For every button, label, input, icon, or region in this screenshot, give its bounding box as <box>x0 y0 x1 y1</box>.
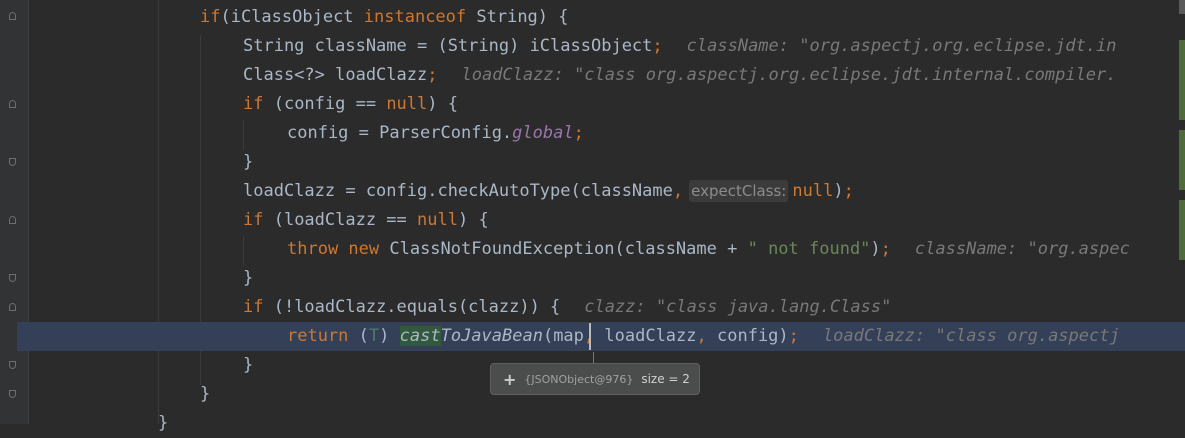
keyword-token: , <box>696 326 707 346</box>
keyword-token: if <box>243 297 264 317</box>
debug-inline-value: loadClazz: "class org.aspectj <box>822 326 1120 346</box>
code-text[interactable]: } <box>243 264 253 293</box>
keyword-token: null <box>417 210 458 230</box>
parameter-hint: expectClass: <box>689 180 789 202</box>
keyword-token: if <box>243 210 264 230</box>
code-text[interactable]: if (!loadClazz.equals(clazz)) { clazz: "c… <box>243 293 891 322</box>
keyword-token: instanceof <box>363 7 467 27</box>
code-token: ) { <box>427 94 458 114</box>
code-text[interactable]: } <box>243 351 253 380</box>
keyword-token: if <box>243 94 264 114</box>
code-token: ) <box>833 181 844 201</box>
code-token: ) <box>870 239 881 259</box>
code-token: (!loadClazz.equals(clazz)) { <box>263 297 561 317</box>
code-line[interactable]: } <box>0 148 1185 177</box>
text-caret <box>589 323 591 350</box>
keyword-token: ; <box>427 65 438 85</box>
code-text[interactable]: loadClazz = config.checkAutoType(classNa… <box>243 177 854 206</box>
code-line[interactable]: config = ParserConfig.global; <box>0 119 1185 148</box>
code-token: } <box>243 355 254 375</box>
code-token: String className = (String) iClassObject <box>243 36 653 56</box>
code-token: ClassNotFoundException(className + <box>379 239 748 259</box>
code-text[interactable]: String className = (String) iClassObject… <box>243 32 1117 61</box>
keyword-token: throw new <box>287 239 380 259</box>
code-text[interactable]: return (T) castToJavaBean(map, loadClazz… <box>287 322 1120 351</box>
code-token: T <box>368 326 380 346</box>
code-line[interactable]: String className = (String) iClassObject… <box>0 32 1185 61</box>
debug-value-tooltip[interactable]: + {JSONObject@976} size = 2 <box>490 363 700 395</box>
code-line[interactable]: if (loadClazz == null) { <box>0 206 1185 235</box>
keyword-token: ; <box>652 36 663 56</box>
keyword-token: ; <box>573 123 584 143</box>
code-line[interactable]: if (!loadClazz.equals(clazz)) { clazz: "c… <box>0 293 1185 322</box>
code-token: ) { <box>457 210 489 230</box>
keyword-token: if <box>200 7 221 27</box>
code-text[interactable]: config = ParserConfig.global; <box>287 119 584 148</box>
code-token: String) { <box>466 7 569 27</box>
code-text[interactable]: } <box>200 380 210 409</box>
debug-inline-value: className: "org.aspectj.org.eclipse.jdt.… <box>686 36 1117 56</box>
code-line[interactable]: loadClazz = config.checkAutoType(classNa… <box>0 177 1185 206</box>
string-token: " not found" <box>747 239 871 259</box>
scrollbar-marker[interactable] <box>1179 130 1185 190</box>
keyword-token: , <box>672 181 684 201</box>
code-line[interactable]: throw new ClassNotFoundException(classNa… <box>0 235 1185 264</box>
code-token: config) <box>706 326 789 346</box>
code-text[interactable]: throw new ClassNotFoundException(classNa… <box>287 235 1130 264</box>
scrollbar-marker[interactable] <box>1179 0 1185 14</box>
code-text[interactable]: if (config == null) { <box>243 90 458 119</box>
debug-inline-value: className: "org.aspec <box>914 239 1130 259</box>
code-token: } <box>243 152 254 172</box>
code-token: ( <box>348 326 369 346</box>
code-token: loadClazz = config.checkAutoType(classNa… <box>243 181 673 201</box>
code-text[interactable]: } <box>243 148 253 177</box>
code-token: ToJavaBean <box>440 326 543 346</box>
tooltip-object-id: {JSONObject@976} <box>524 372 634 386</box>
code-token: loadClazz <box>594 326 697 346</box>
code-token: global <box>512 123 574 143</box>
code-token: ) <box>379 326 400 346</box>
code-token: (config == <box>263 94 387 114</box>
expand-plus-icon[interactable]: + <box>503 370 516 389</box>
current-code-line[interactable]: return (T) castToJavaBean(map, loadClazz… <box>17 322 1185 351</box>
code-token: } <box>243 268 254 288</box>
code-token: (iClassObject <box>220 7 364 27</box>
code-text[interactable]: if(iClassObject instanceof String) { <box>200 3 569 32</box>
code-token: (map <box>542 326 584 346</box>
code-token: Class<?> loadClazz <box>243 65 428 85</box>
tooltip-size: size = 2 <box>641 372 690 386</box>
keyword-token: null <box>792 181 834 201</box>
code-line[interactable]: if(iClassObject instanceof String) { <box>0 3 1185 32</box>
code-token: } <box>200 384 211 404</box>
code-token: } <box>158 413 169 433</box>
debug-inline-value: loadClazz: "class org.aspectj.org.eclips… <box>461 65 1117 85</box>
code-line[interactable]: } <box>0 264 1185 293</box>
tooltip-pointer <box>593 352 594 363</box>
keyword-token: return <box>287 326 349 346</box>
scrollbar-markers[interactable] <box>1179 0 1185 424</box>
code-line[interactable]: if (config == null) { <box>0 90 1185 119</box>
keyword-token: ; <box>843 181 854 201</box>
scrollbar-marker[interactable] <box>1179 200 1185 260</box>
code-token: (loadClazz == <box>263 210 418 230</box>
keyword-token: null <box>386 94 428 114</box>
usage-highlight: cast <box>399 326 441 346</box>
debug-inline-value: clazz: "class java.lang.Class" <box>584 297 892 317</box>
code-token: config = ParserConfig. <box>287 123 513 143</box>
keyword-token: ; <box>880 239 891 259</box>
keyword-token: ; <box>788 326 799 346</box>
code-text[interactable]: Class<?> loadClazz; loadClazz: "class org… <box>243 61 1117 90</box>
code-line[interactable]: Class<?> loadClazz; loadClazz: "class org… <box>0 61 1185 90</box>
scrollbar-marker[interactable] <box>1179 40 1185 120</box>
code-text[interactable]: if (loadClazz == null) { <box>243 206 489 235</box>
